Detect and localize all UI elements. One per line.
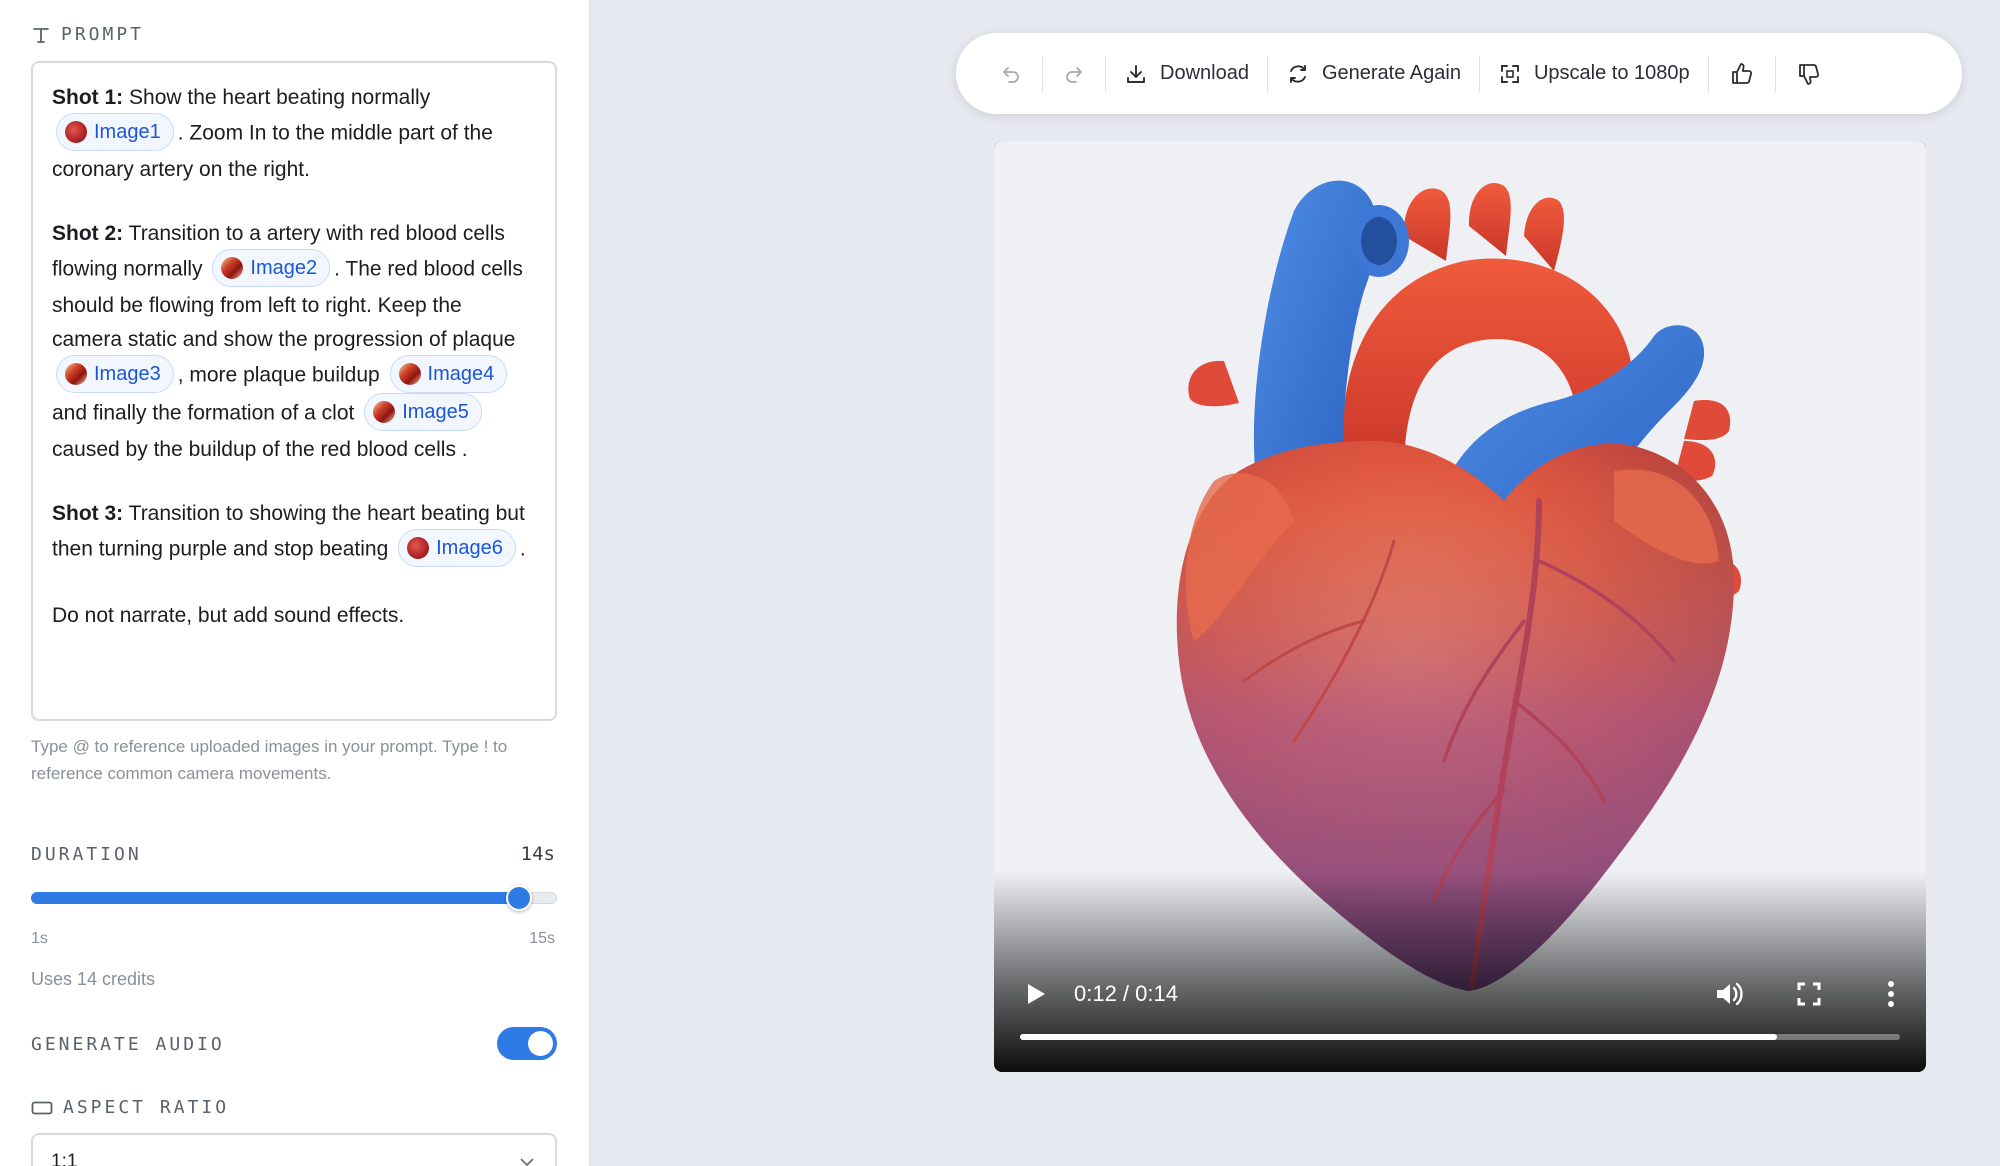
playback-progress-fill — [1020, 1034, 1777, 1040]
prompt-shot-3: Shot 3: Transition to showing the heart … — [52, 497, 536, 569]
artery-thumbnail — [373, 401, 396, 423]
upscale-icon — [1501, 64, 1519, 83]
aspect-ratio-label: ASPECT RATIO — [31, 1097, 229, 1118]
more-options-button[interactable] — [1876, 978, 1906, 1015]
image-reference-chip[interactable]: Image5 — [364, 393, 482, 431]
prompt-hint: Type @ to reference uploaded images in y… — [31, 737, 508, 783]
prompt-shot-2: Shot 2: Transition to a artery with red … — [52, 222, 523, 461]
artery-thumbnail — [398, 363, 421, 385]
duration-max-label: 15s — [529, 930, 555, 947]
image-reference-chip[interactable]: Image2 — [212, 249, 331, 287]
redo-icon — [1066, 66, 1082, 83]
fullscreen-icon — [1797, 982, 1821, 1006]
duration-value: 14s — [520, 843, 555, 865]
download-button[interactable]: Download — [1106, 49, 1267, 99]
artery-thumbnail — [221, 257, 244, 279]
thumbs-down-icon — [1798, 63, 1819, 85]
download-icon — [1127, 64, 1145, 83]
chevron-down-icon — [520, 1158, 534, 1166]
generate-audio-toggle[interactable] — [497, 1027, 557, 1060]
refresh-icon — [1290, 64, 1306, 83]
generate-audio-label: GENERATE AUDIO — [31, 1034, 225, 1055]
aspect-ratio-select[interactable]: 1:1 — [31, 1133, 557, 1166]
image-reference-chip[interactable]: Image3 — [56, 355, 174, 393]
video-player[interactable]: 0:12 / 0:14 — [994, 141, 1926, 1072]
text-icon — [33, 27, 49, 43]
playback-time: 0:12 / 0:14 — [1074, 981, 1178, 1006]
prompt-closing: Do not narrate, but add sound effects. — [52, 604, 405, 627]
duration-slider[interactable] — [31, 885, 557, 911]
controls-gradient — [994, 872, 1926, 1072]
heart-thumbnail — [407, 537, 430, 559]
fullscreen-button[interactable] — [1794, 979, 1824, 1014]
duration-min-label: 1s — [31, 930, 48, 947]
play-button[interactable] — [1020, 979, 1050, 1014]
more-vertical-icon — [1888, 981, 1894, 1007]
aspect-ratio-icon — [31, 1101, 53, 1114]
settings-panel: PROMPT Shot 1: Show the heart beating no… — [0, 0, 590, 1166]
playback-progress-bar[interactable] — [1020, 1034, 1900, 1040]
thumbs-up-icon — [1731, 62, 1752, 84]
artery-thumbnail — [65, 363, 87, 385]
prompt-editor[interactable]: Shot 1: Show the heart beating normally … — [31, 61, 557, 721]
slider-fill — [31, 892, 520, 904]
prompt-shot-1: Shot 1: Show the heart beating normally … — [52, 86, 493, 181]
undo-button[interactable] — [980, 49, 1042, 99]
slider-handle[interactable] — [506, 885, 533, 911]
thumbs-up-button[interactable] — [1709, 49, 1775, 99]
image-reference-chip[interactable]: Image1 — [56, 113, 174, 151]
play-icon — [1028, 984, 1045, 1004]
volume-button[interactable] — [1712, 977, 1746, 1016]
prompt-section-label: PROMPT — [31, 24, 144, 45]
undo-icon — [1003, 66, 1019, 83]
thumbs-down-button[interactable] — [1776, 49, 1842, 99]
volume-icon — [1717, 982, 1743, 1006]
duration-label: DURATION — [31, 844, 142, 865]
image-reference-chip[interactable]: Image6 — [398, 529, 516, 567]
generate-again-button[interactable]: Generate Again — [1268, 49, 1479, 99]
image-reference-chip[interactable]: Image4 — [389, 355, 508, 393]
heart-thumbnail — [65, 121, 87, 143]
credits-usage: Uses 14 credits — [31, 969, 156, 989]
result-toolbar: Download Generate Again Upscale to 1080p — [956, 33, 1962, 114]
upscale-button[interactable]: Upscale to 1080p — [1480, 49, 1708, 99]
redo-button[interactable] — [1043, 49, 1105, 99]
toggle-knob — [528, 1031, 553, 1056]
